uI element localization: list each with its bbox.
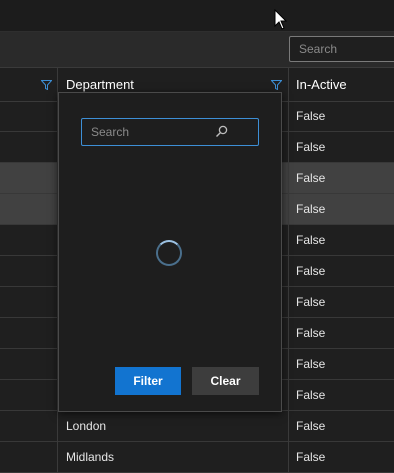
cell-in-active: False — [296, 357, 326, 371]
mouse-cursor-icon — [274, 9, 288, 30]
cell-in-active: False — [296, 264, 326, 278]
column-separator — [288, 68, 289, 101]
column-separator — [288, 256, 289, 287]
filter-icon[interactable] — [41, 80, 52, 90]
column-separator — [288, 225, 289, 256]
filter-icon[interactable] — [271, 80, 282, 90]
column-separator — [288, 411, 289, 442]
column-separator — [288, 349, 289, 380]
column-separator — [288, 163, 289, 194]
cell-in-active: False — [296, 419, 326, 433]
filter-popup: Search Filter Clear — [58, 92, 282, 412]
table-row[interactable]: London False — [0, 411, 394, 442]
loading-spinner-icon — [156, 240, 182, 266]
filter-search-input[interactable]: Search — [81, 118, 259, 146]
column-separator — [288, 318, 289, 349]
table-row[interactable]: Midlands False — [0, 442, 394, 473]
column-separator — [288, 287, 289, 318]
clear-button[interactable]: Clear — [192, 367, 259, 395]
filter-button[interactable]: Filter — [115, 367, 181, 395]
toolbar-search-input[interactable]: Search — [289, 36, 394, 62]
column-separator — [288, 380, 289, 411]
cell-department: Midlands — [66, 450, 115, 464]
cell-in-active: False — [296, 450, 326, 464]
cell-in-active: False — [296, 295, 326, 309]
cell-department: London — [66, 419, 107, 433]
column-separator — [57, 442, 58, 473]
top-bar — [0, 0, 394, 32]
header-in-active[interactable]: In-Active — [296, 68, 347, 101]
cell-in-active: False — [296, 171, 326, 185]
cell-in-active: False — [296, 140, 326, 154]
column-separator — [57, 411, 58, 442]
column-separator — [288, 442, 289, 473]
column-separator — [288, 194, 289, 225]
column-separator — [288, 132, 289, 163]
cell-in-active: False — [296, 202, 326, 216]
column-separator — [288, 101, 289, 132]
cell-in-active: False — [296, 388, 326, 402]
cell-in-active: False — [296, 109, 326, 123]
search-icon — [216, 125, 228, 137]
cell-in-active: False — [296, 233, 326, 247]
cell-in-active: False — [296, 326, 326, 340]
